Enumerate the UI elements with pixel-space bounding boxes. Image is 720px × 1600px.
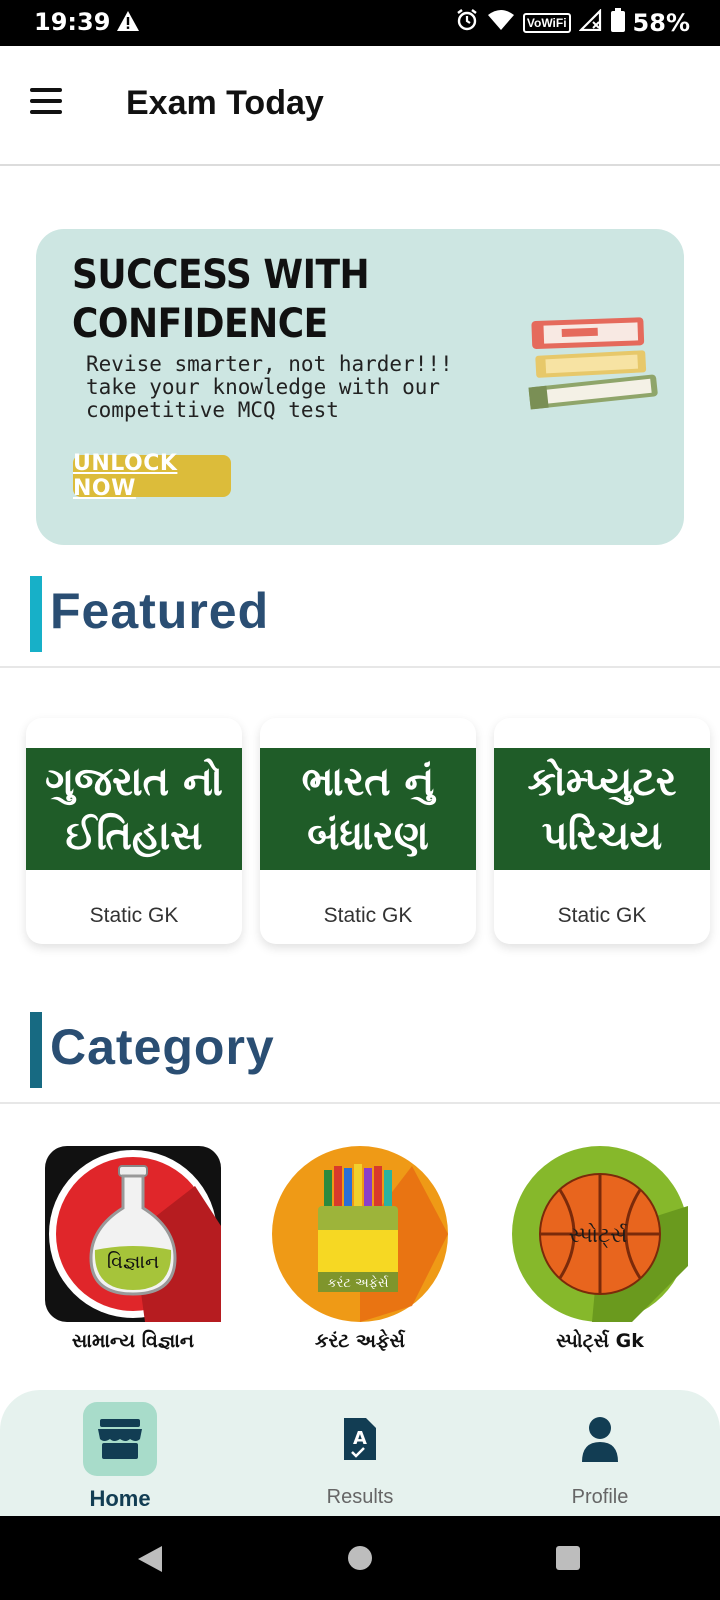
category-icon-text: કરંટ અફેર્સ	[327, 1275, 389, 1291]
flask-icon: વિજ્ઞાન	[45, 1146, 221, 1322]
banner-title: SUCCESS WITH CONFIDENCE	[72, 251, 370, 350]
card-thumbnail: ભારત નું બંધારણ	[260, 748, 476, 870]
category-icon-text: વિજ્ઞાન	[107, 1251, 159, 1273]
card-thumbnail: કોમ્પ્યુટર પરિચય	[494, 748, 710, 870]
banner-title-line2: CONFIDENCE	[72, 301, 328, 348]
svg-text:A: A	[353, 1428, 367, 1449]
featured-section-header: Featured	[0, 576, 720, 668]
recents-icon[interactable]	[555, 1545, 581, 1576]
app-bar: Exam Today	[0, 46, 720, 166]
signal-icon	[577, 8, 603, 36]
menu-icon[interactable]	[30, 88, 66, 124]
warning-icon	[116, 10, 140, 37]
card-label: Static GK	[89, 904, 179, 927]
wifi-icon	[487, 9, 515, 36]
category-label: કરંટ અફેર્સ	[315, 1330, 405, 1352]
category-title: Category	[50, 1019, 275, 1075]
card-label: Static GK	[557, 904, 647, 927]
promo-banner[interactable]: SUCCESS WITH CONFIDENCE Revise smarter, …	[36, 229, 684, 545]
nav-home[interactable]: Home	[30, 1402, 210, 1512]
unlock-now-button[interactable]: UNLOCK NOW	[73, 451, 231, 501]
banner-title-line1: SUCCESS WITH	[72, 252, 370, 299]
back-icon[interactable]	[136, 1544, 164, 1579]
vowifi-badge: VoWiFi	[522, 12, 571, 33]
home-icon[interactable]	[347, 1545, 373, 1576]
nav-profile[interactable]: Profile	[510, 1402, 690, 1509]
nav-label: Home	[89, 1486, 151, 1511]
category-item-current-affairs[interactable]: કરંટ અફેર્સ કરંટ અફેર્સ	[260, 1146, 460, 1352]
banner-text: Revise smarter, not harder!!! take your …	[86, 352, 453, 422]
category-label: સ્પોર્ટ્સ Gk	[556, 1330, 644, 1352]
featured-card[interactable]: ભારત નું બંધારણ Static GK	[260, 718, 476, 944]
status-time: 19:39	[34, 8, 111, 36]
crayons-icon: કરંટ અફેર્સ	[272, 1146, 448, 1322]
category-item-science[interactable]: વિજ્ઞાન સામાન્ય વિજ્ઞાન	[33, 1146, 233, 1352]
category-label: સામાન્ય વિજ્ઞાન	[71, 1330, 195, 1352]
card-label: Static GK	[323, 904, 413, 927]
featured-card[interactable]: કોમ્પ્યુટર પરિચય Static GK	[494, 718, 710, 944]
bottom-navigation: Home A Results Profile	[0, 1390, 720, 1516]
nav-label: Results	[326, 1486, 394, 1508]
system-navigation-bar	[0, 1516, 720, 1600]
featured-accent-bar	[30, 576, 42, 652]
category-accent-bar	[30, 1012, 42, 1088]
featured-title: Featured	[50, 583, 270, 639]
person-icon	[563, 1402, 637, 1476]
battery-level: 58%	[632, 8, 690, 37]
result-file-icon: A	[323, 1402, 397, 1476]
category-section-header: Category	[0, 1012, 720, 1104]
category-item-sports[interactable]: સ્પોર્ટ્સ સ્પોર્ટ્સ Gk	[500, 1146, 700, 1352]
category-icon-text: સ્પોર્ટ્સ	[569, 1223, 628, 1247]
store-icon	[83, 1402, 157, 1476]
nav-label: Profile	[571, 1486, 629, 1508]
card-thumbnail: ગુજરાત નો ઈતિહાસ	[26, 748, 242, 870]
basketball-icon: સ્પોર્ટ્સ	[512, 1146, 688, 1322]
books-illustration	[522, 309, 672, 424]
status-bar: 19:39 VoWiFi 58%	[0, 0, 720, 46]
alarm-icon	[455, 8, 479, 37]
nav-results[interactable]: A Results	[270, 1402, 450, 1509]
featured-card[interactable]: ગુજરાત નો ઈતિહાસ Static GK	[26, 718, 242, 944]
battery-icon	[610, 8, 625, 37]
app-title: Exam Today	[126, 84, 324, 122]
